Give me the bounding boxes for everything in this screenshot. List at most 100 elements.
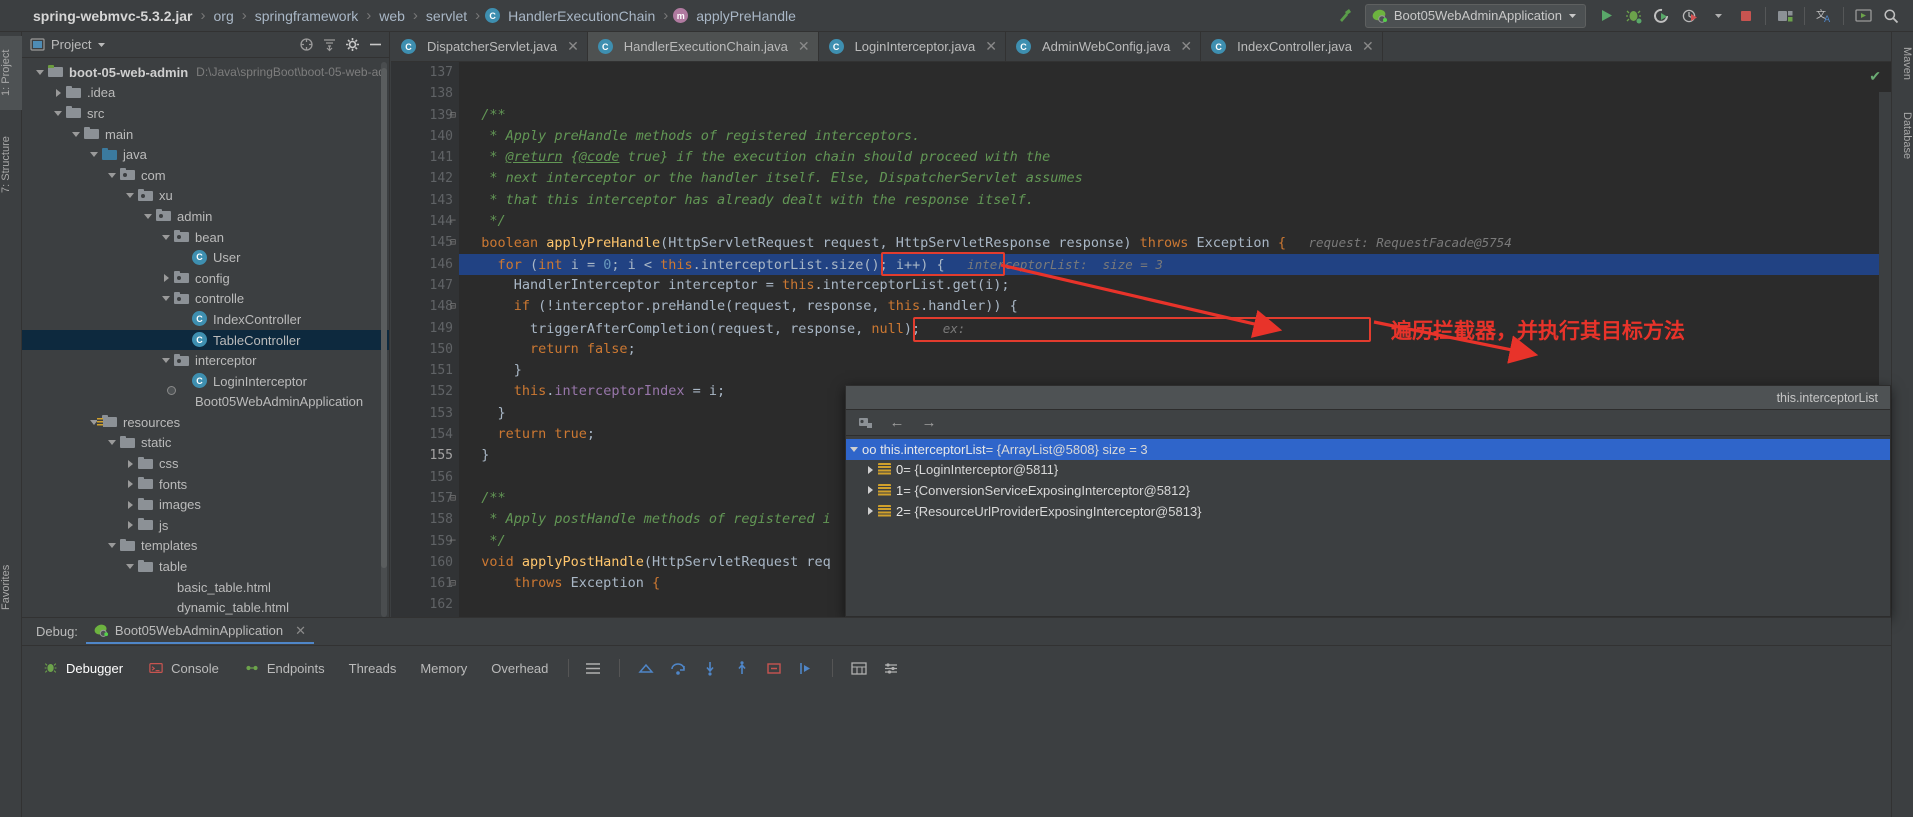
- editor-tab[interactable]: C AdminWebConfig.java ✕: [1006, 32, 1202, 61]
- gutter-line-number[interactable]: 162: [391, 594, 459, 615]
- stop-icon[interactable]: [1732, 2, 1760, 30]
- close-icon[interactable]: ✕: [289, 623, 306, 639]
- gutter-line-number[interactable]: 150: [391, 339, 459, 360]
- gutter-line-number[interactable]: 149: [391, 318, 459, 339]
- translate-icon[interactable]: 文A: [1810, 2, 1838, 30]
- hide-panel-icon[interactable]: [365, 35, 385, 55]
- code-fold-icon[interactable]: ⊟: [450, 296, 456, 317]
- code-line[interactable]: }: [465, 360, 1891, 381]
- tree-twisty-closed-icon[interactable]: [122, 456, 138, 472]
- gutter-line-number[interactable]: 144 ⌐: [391, 211, 459, 232]
- editor-tab[interactable]: C DispatcherServlet.java ✕: [391, 32, 588, 61]
- code-line[interactable]: for (int i = 0; i < this.interceptorList…: [459, 253, 1891, 275]
- code-line[interactable]: * that this interceptor has already deal…: [465, 190, 1891, 211]
- settings-gear-icon[interactable]: [342, 35, 362, 55]
- inspect-root-row[interactable]: oo this.interceptorList = {ArrayList@580…: [846, 439, 1890, 460]
- run-to-cursor-icon[interactable]: [797, 659, 815, 677]
- gutter-line-number[interactable]: 154: [391, 424, 459, 445]
- gutter-line-number[interactable]: 155: [391, 445, 459, 466]
- editor-tab[interactable]: C LoginInterceptor.java ✕: [819, 32, 1007, 61]
- tree-row[interactable]: interceptor: [22, 350, 389, 371]
- drop-frame-icon[interactable]: [765, 659, 783, 677]
- close-icon[interactable]: ✕: [798, 38, 810, 55]
- evaluate-icon[interactable]: [850, 659, 868, 677]
- tree-twisty-closed-icon[interactable]: [158, 270, 174, 286]
- tree-row[interactable]: table: [22, 556, 389, 577]
- gutter-line-number[interactable]: 153: [391, 403, 459, 424]
- tree-row[interactable]: main: [22, 124, 389, 145]
- step-over-icon[interactable]: [669, 659, 687, 677]
- chevron-down-icon[interactable]: [1568, 11, 1577, 20]
- build-hammer-icon[interactable]: [1331, 2, 1359, 30]
- gutter-line-number[interactable]: 152: [391, 381, 459, 402]
- flatten-packages-icon[interactable]: [319, 35, 339, 55]
- sidebar-item-favorites[interactable]: Favorites: [0, 552, 22, 622]
- sidebar-item-database[interactable]: Database: [1891, 102, 1913, 170]
- tree-row[interactable]: bean: [22, 227, 389, 248]
- tree-row[interactable]: java: [22, 144, 389, 165]
- code-line[interactable]: [465, 62, 1891, 83]
- debug-tabs-row[interactable]: Debugger Console Endpoints Threads Memory Ove…: [22, 654, 1891, 682]
- back-arrow-icon[interactable]: ←: [888, 414, 906, 432]
- close-icon[interactable]: ✕: [1362, 38, 1374, 55]
- inspect-child-row[interactable]: 2 = {ResourceUrlProviderExposingIntercep…: [846, 501, 1890, 522]
- tree-twisty-open-icon[interactable]: [846, 446, 862, 452]
- presentation-mode-icon[interactable]: [1849, 2, 1877, 30]
- tree-row[interactable]: templates: [22, 536, 389, 557]
- tree-row[interactable]: controlle: [22, 289, 389, 310]
- debug-tab-debugger[interactable]: Debugger: [30, 657, 135, 679]
- tree-twisty-open-icon[interactable]: [86, 147, 102, 163]
- tree-twisty-open-icon[interactable]: [158, 229, 174, 245]
- project-scrollbar-thumb[interactable]: [381, 68, 387, 568]
- close-icon[interactable]: ✕: [985, 38, 997, 55]
- tree-twisty-open-icon[interactable]: [104, 167, 120, 183]
- tree-row[interactable]: fonts: [22, 474, 389, 495]
- tree-row[interactable]: boot-05-web-admin D:\Java\springBoot\boot…: [22, 62, 389, 83]
- tree-twisty-closed-icon[interactable]: [50, 85, 66, 101]
- editor-tab-bar[interactable]: C DispatcherServlet.java ✕ C HandlerExecutio…: [391, 32, 1891, 62]
- project-structure-icon[interactable]: [1771, 2, 1799, 30]
- forward-arrow-icon[interactable]: →: [920, 414, 938, 432]
- gutter-line-number[interactable]: 141: [391, 147, 459, 168]
- gutter-line-number[interactable]: 158: [391, 509, 459, 530]
- code-line[interactable]: * Apply preHandle methods of registered …: [465, 126, 1891, 147]
- gutter-line-number[interactable]: 140: [391, 126, 459, 147]
- run-icon[interactable]: [1592, 2, 1620, 30]
- tree-row[interactable]: dynamic_table.html: [22, 597, 389, 617]
- code-line[interactable]: */: [465, 211, 1891, 232]
- tree-row[interactable]: C TableController: [22, 329, 389, 351]
- code-line[interactable]: /**: [465, 105, 1891, 126]
- breadcrumb-item[interactable]: servlet: [423, 8, 470, 24]
- gutter-line-number[interactable]: 137: [391, 62, 459, 83]
- inspect-child-row[interactable]: 1 = {ConversionServiceExposingIntercepto…: [846, 480, 1890, 501]
- layout-icon[interactable]: [584, 659, 602, 677]
- tree-twisty-closed-icon[interactable]: [122, 517, 138, 533]
- inspection-status-icon[interactable]: ✔: [1869, 68, 1881, 85]
- code-line[interactable]: [465, 83, 1891, 104]
- tree-row[interactable]: C IndexController: [22, 309, 389, 330]
- tree-twisty-closed-icon[interactable]: [122, 497, 138, 513]
- step-into-icon[interactable]: [701, 659, 719, 677]
- gutter-line-number[interactable]: 142: [391, 168, 459, 189]
- tree-row[interactable]: css: [22, 453, 389, 474]
- gutter-line-number[interactable]: 145 ⊟: [391, 232, 459, 253]
- tree-twisty-closed-icon[interactable]: [862, 507, 878, 516]
- code-fold-icon[interactable]: ⊟: [450, 105, 456, 126]
- gutter-line-number[interactable]: 160: [391, 552, 459, 573]
- code-fold-icon[interactable]: ⊟: [450, 488, 456, 509]
- code-fold-icon[interactable]: ⊟: [450, 232, 456, 253]
- breadcrumb-item[interactable]: web: [376, 8, 408, 24]
- tree-twisty-open-icon[interactable]: [50, 105, 66, 121]
- code-fold-icon[interactable]: ⊟: [450, 573, 456, 594]
- tree-row[interactable]: basic_table.html: [22, 577, 389, 598]
- gutter-line-number[interactable]: 147: [391, 275, 459, 296]
- gutter-line-number[interactable]: 159 ⌐: [391, 531, 459, 552]
- editor-tab[interactable]: C IndexController.java ✕: [1201, 32, 1383, 61]
- sidebar-item-project[interactable]: 1: Project: [0, 36, 22, 110]
- debug-tab-threads[interactable]: Threads: [337, 659, 409, 678]
- inspect-child-row[interactable]: 0 = {LoginInterceptor@5811}: [846, 460, 1890, 481]
- sidebar-item-maven[interactable]: Maven: [1891, 38, 1913, 90]
- breadcrumb-item[interactable]: spring-webmvc-5.3.2.jar: [30, 8, 196, 24]
- search-everywhere-icon[interactable]: [1877, 2, 1905, 30]
- tree-twisty-open-icon[interactable]: [32, 64, 48, 80]
